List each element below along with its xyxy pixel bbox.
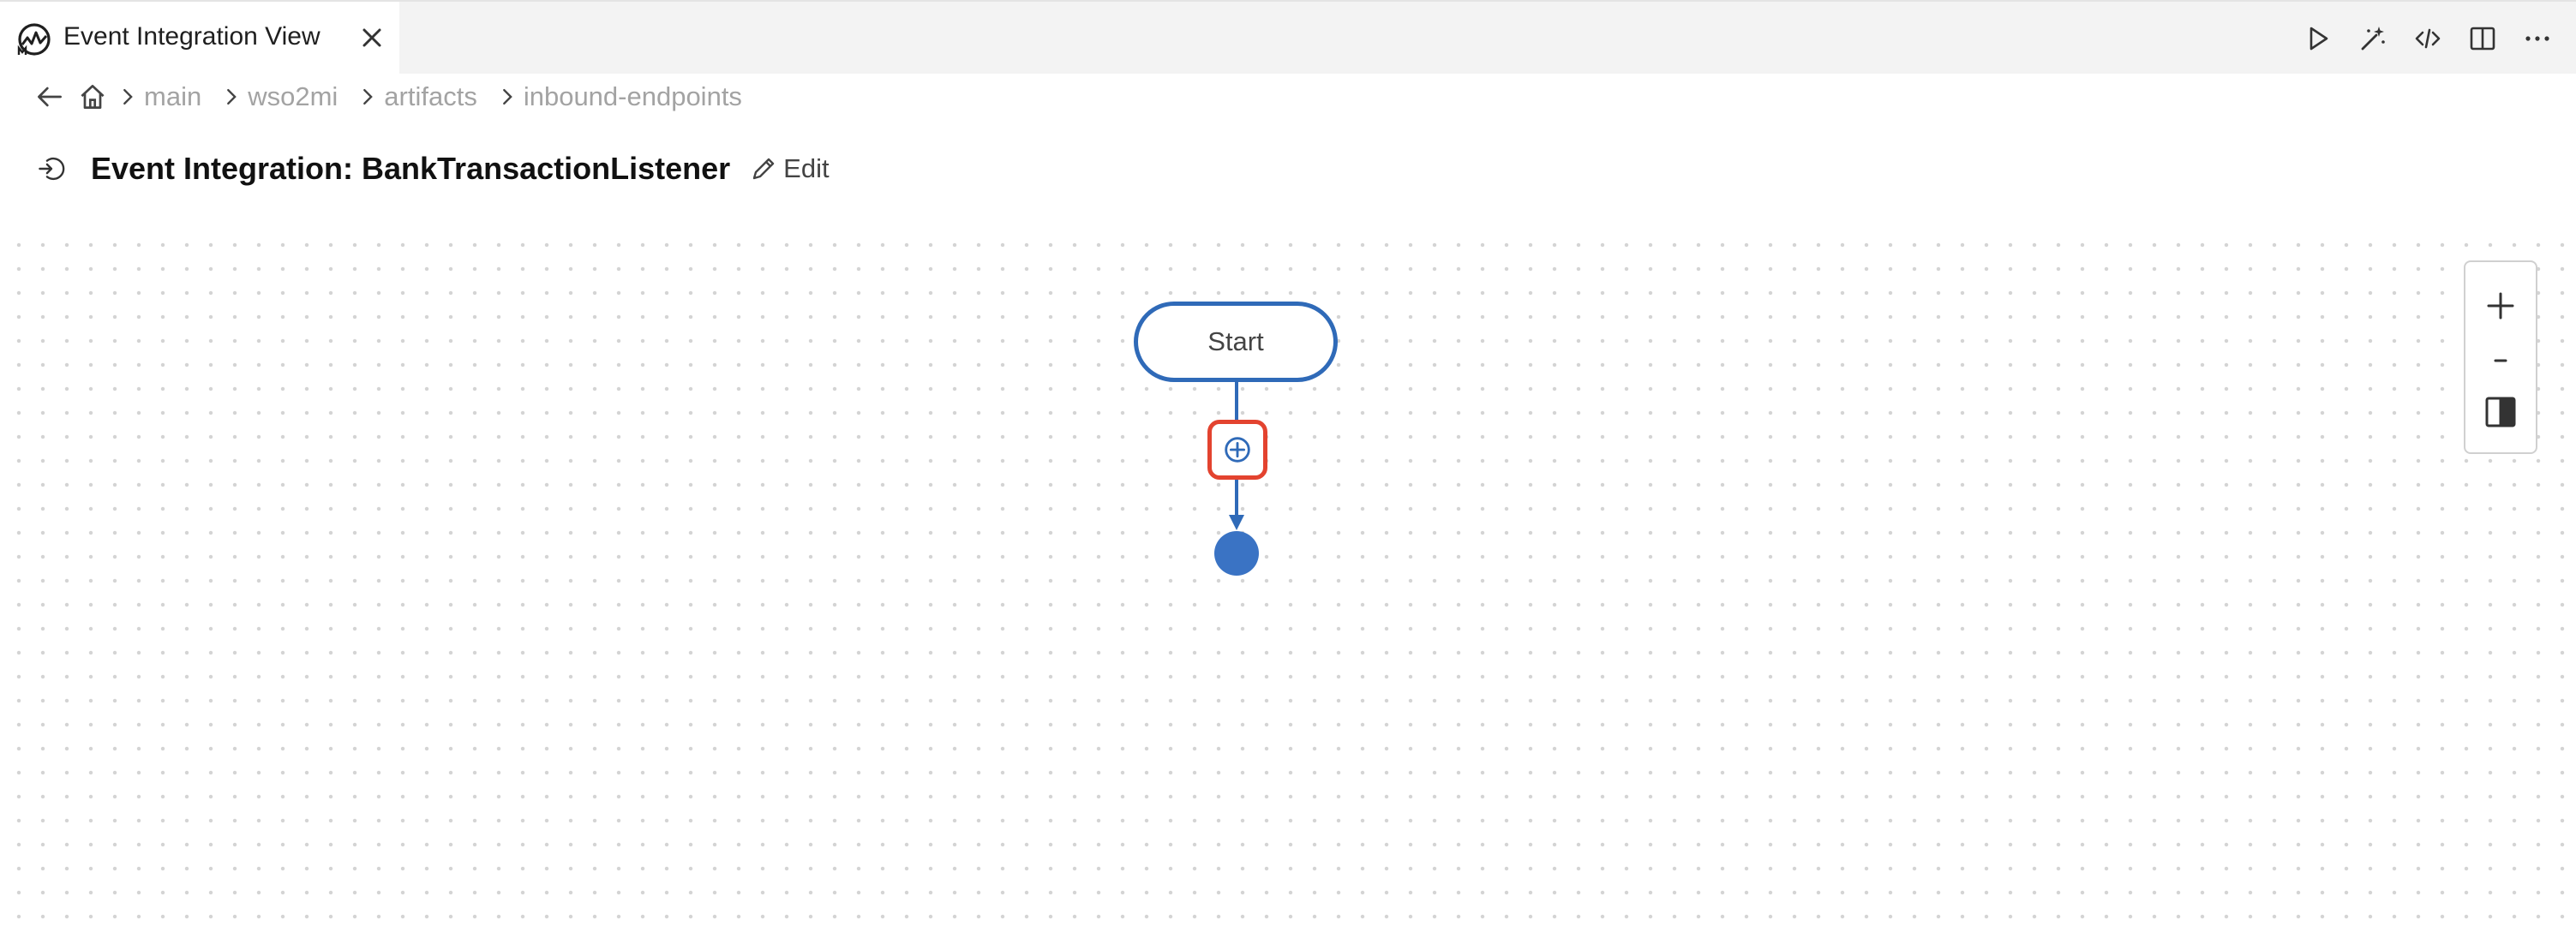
breadcrumb-item-artifacts[interactable]: artifacts xyxy=(384,81,477,112)
tab-event-integration-view[interactable]: Event Integration View xyxy=(0,2,399,75)
code-icon[interactable] xyxy=(2408,19,2447,58)
inbound-endpoint-icon xyxy=(34,152,69,186)
close-icon[interactable] xyxy=(358,24,386,51)
edit-button[interactable]: Edit xyxy=(749,153,830,184)
edit-label: Edit xyxy=(783,153,830,183)
more-icon[interactable] xyxy=(2518,19,2557,58)
plus-circle-icon xyxy=(1225,437,1250,463)
arrowhead-icon xyxy=(1229,515,1244,530)
chevron-right-icon xyxy=(117,80,141,114)
mi-logo-icon xyxy=(15,21,53,58)
home-icon[interactable] xyxy=(75,80,110,114)
split-editor-icon[interactable] xyxy=(2463,19,2502,58)
run-icon[interactable] xyxy=(2298,19,2338,58)
breadcrumb-item-main[interactable]: main xyxy=(144,81,201,112)
chevron-right-icon xyxy=(496,80,520,114)
magic-wand-icon[interactable] xyxy=(2353,19,2393,58)
fit-view-icon xyxy=(2485,397,2516,427)
page-title: Event Integration: BankTransactionListen… xyxy=(91,151,731,186)
diagram-canvas[interactable]: Start xyxy=(0,226,2576,932)
chevron-right-icon xyxy=(220,80,244,114)
start-node-label: Start xyxy=(1207,326,1264,356)
editor-actions xyxy=(2298,19,2557,58)
fit-screen-button[interactable] xyxy=(2465,385,2536,439)
zoom-controls xyxy=(2464,260,2537,454)
add-mediator-button[interactable] xyxy=(1207,420,1267,480)
breadcrumb: main wso2mi artifacts inbound-endpoints xyxy=(33,77,742,116)
breadcrumb-item-inbound-endpoints[interactable]: inbound-endpoints xyxy=(524,81,742,112)
minus-icon xyxy=(2494,359,2507,362)
end-node xyxy=(1214,531,1259,576)
zoom-out-button[interactable] xyxy=(2465,334,2536,387)
editor-tab-bar: Event Integration View xyxy=(0,0,2576,75)
page-header: Event Integration: BankTransactionListen… xyxy=(34,147,830,190)
chevron-right-icon xyxy=(356,80,380,114)
breadcrumb-item-wso2mi[interactable]: wso2mi xyxy=(248,81,338,112)
back-arrow-icon[interactable] xyxy=(33,80,67,114)
start-node[interactable]: Start xyxy=(1134,302,1338,382)
zoom-in-button[interactable] xyxy=(2465,279,2536,332)
tab-title: Event Integration View xyxy=(63,22,321,51)
pencil-icon xyxy=(752,158,775,180)
plus-icon xyxy=(2487,292,2514,320)
